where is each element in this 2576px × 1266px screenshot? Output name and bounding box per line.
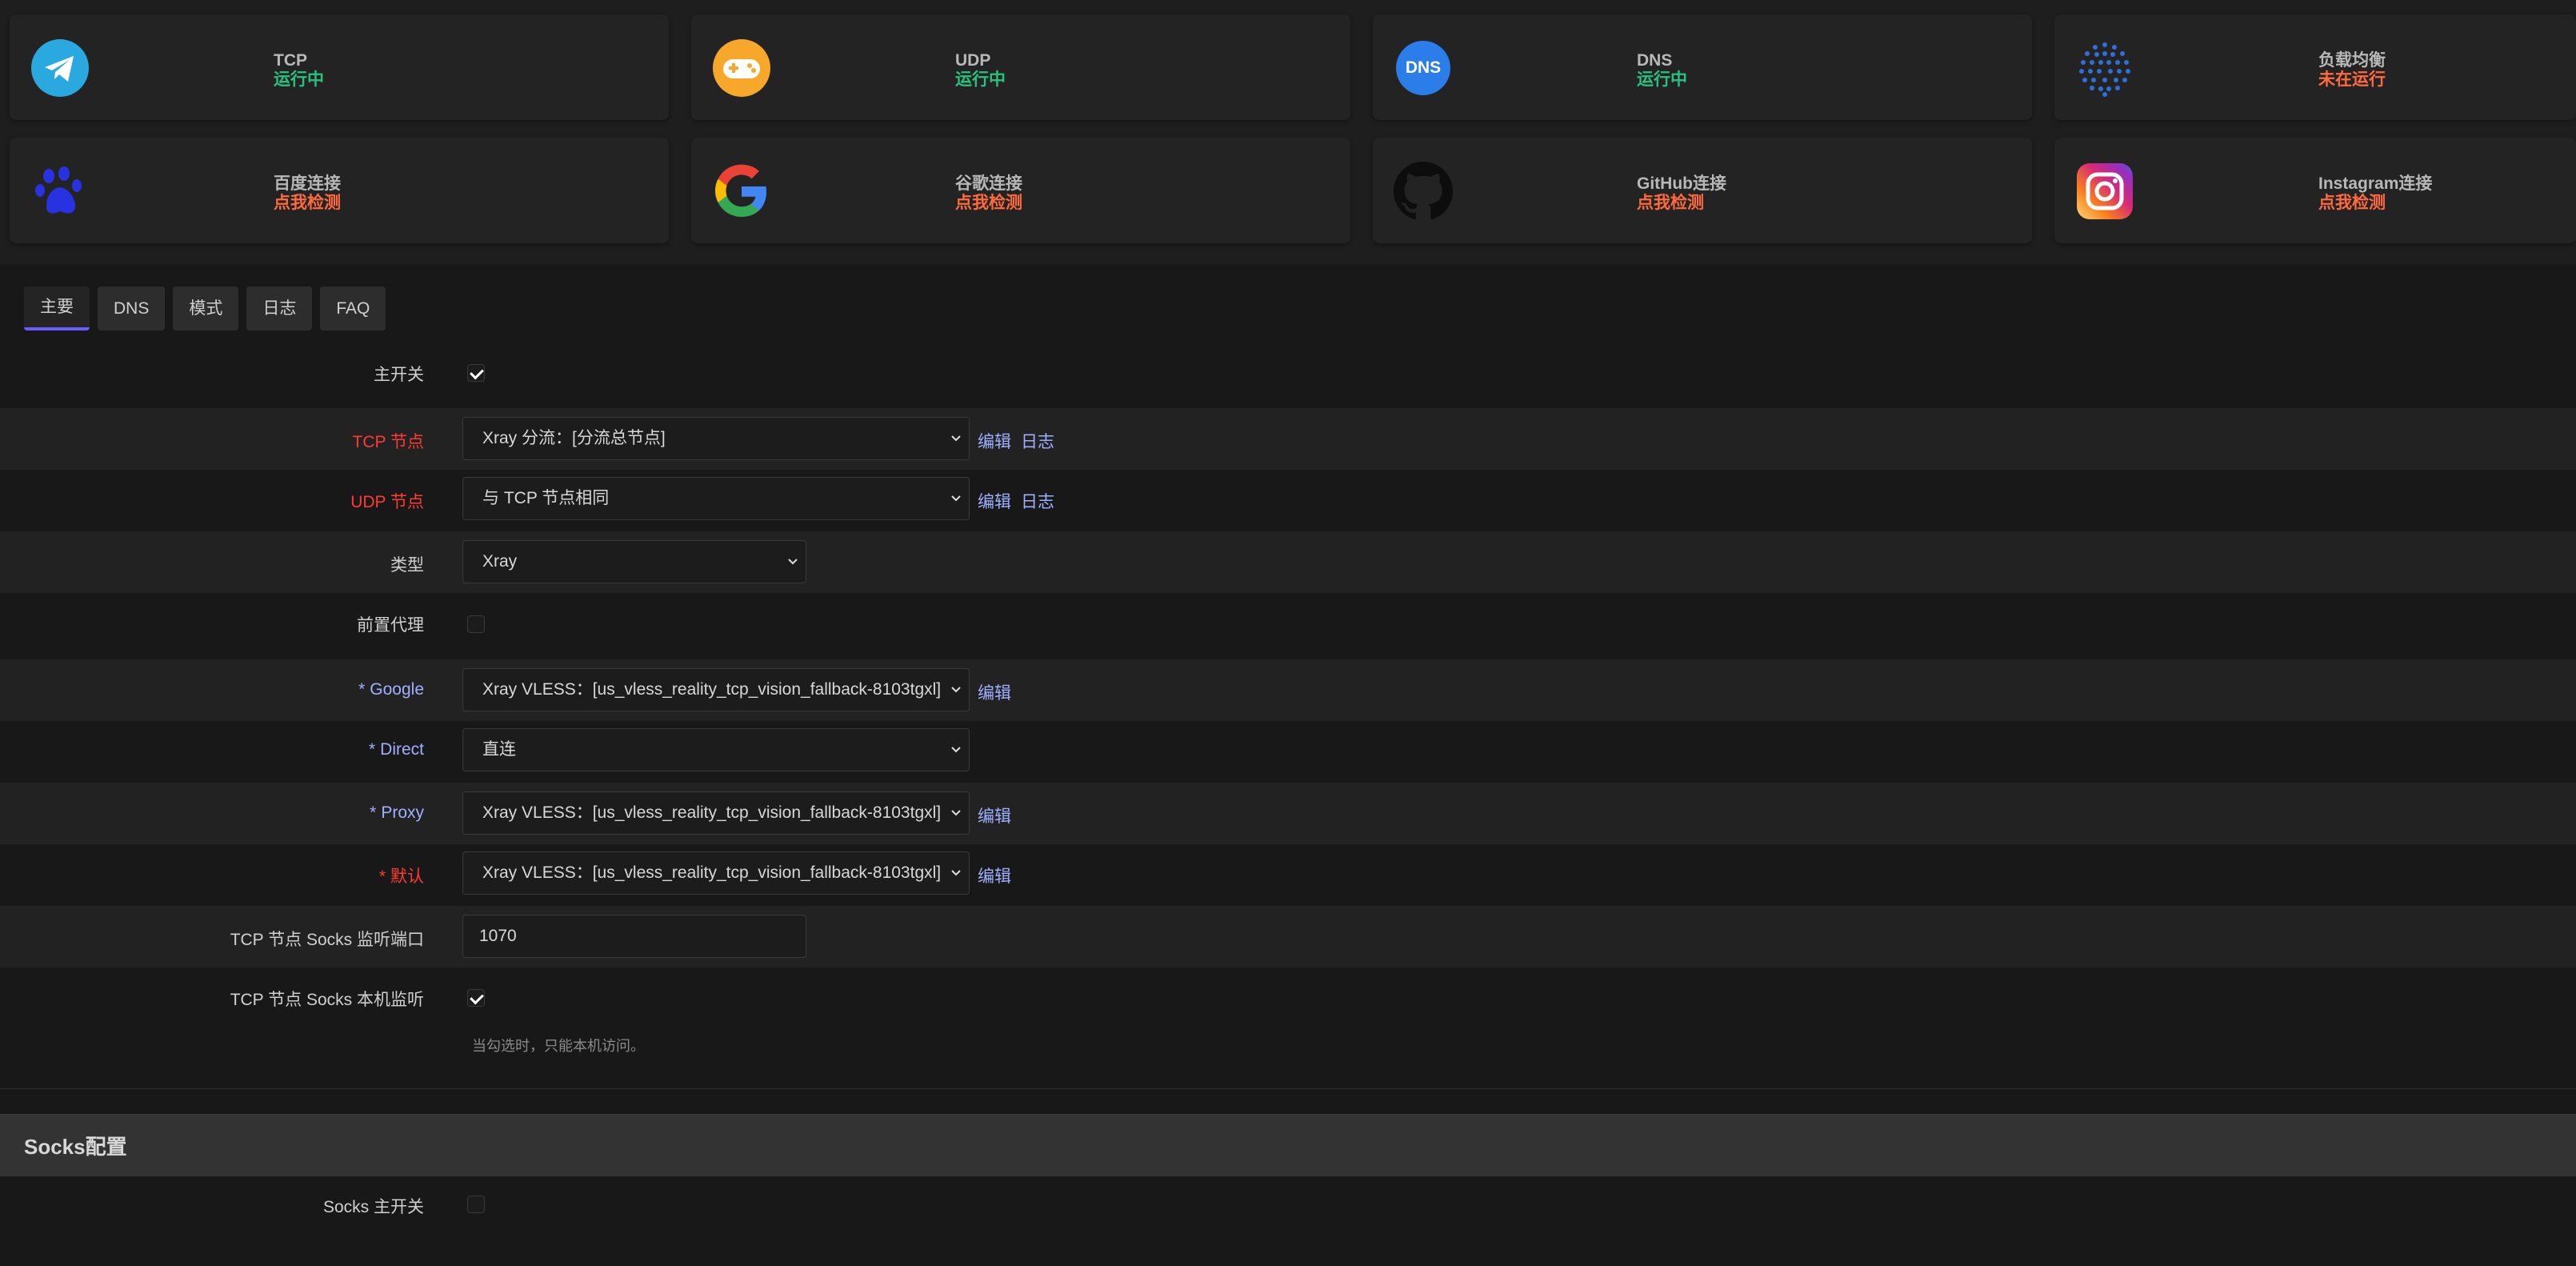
check-link[interactable]: 点我检测: [955, 194, 1022, 213]
row-google: * Google Xray VLESS：[us_vless_reality_tcp…: [0, 659, 2576, 721]
row-socks-port: TCP 节点 Socks 监听端口 1070: [0, 906, 2576, 968]
pre-proxy-checkbox[interactable]: [467, 615, 485, 633]
socks-main-switch-label: Socks 主开关: [322, 1198, 424, 1216]
default-edit-link[interactable]: 编辑: [978, 867, 1011, 886]
telegram-icon: [30, 38, 90, 98]
tcp-node-log-link[interactable]: 日志: [1021, 433, 1054, 451]
socks-port-label: TCP 节点 Socks 监听端口: [230, 931, 424, 949]
card-instagram[interactable]: Instagram连接 点我检测: [2054, 138, 2576, 243]
card-name: Instagram连接: [2318, 174, 2433, 193]
row-main-switch: 主开关: [0, 343, 2576, 404]
pre-proxy-label: 前置代理: [357, 616, 424, 635]
chevron-down-icon: [951, 870, 961, 876]
tab-mode[interactable]: 模式: [173, 286, 239, 331]
tab-bar: 主要 DNS 模式 日志 FAQ: [24, 286, 386, 331]
tab-dns[interactable]: DNS: [98, 286, 166, 331]
card-status: 运行中: [955, 70, 1006, 89]
section-title: Socks配置: [24, 1135, 127, 1159]
baidu-paw-icon: [30, 162, 90, 221]
card-baidu[interactable]: 百度连接 点我检测: [10, 138, 669, 243]
tcp-node-select[interactable]: Xray 分流：[分流总节点]: [462, 417, 970, 460]
card-name: TCP: [274, 51, 307, 70]
socks-local-checkbox[interactable]: [467, 989, 485, 1007]
main-switch-label: 主开关: [374, 366, 424, 384]
chevron-down-icon: [951, 687, 961, 693]
card-google[interactable]: 谷歌连接 点我检测: [691, 138, 1350, 243]
chevron-down-icon: [951, 747, 961, 753]
globe-dots-icon: [2075, 38, 2134, 98]
row-udp-node: UDP 节点 与 TCP 节点相同 编辑 日志: [0, 470, 2576, 531]
socks-local-hint: 当勾选时，只能本机访问。: [472, 1038, 645, 1054]
card-dns: DNS DNS 运行中: [1373, 14, 2032, 120]
socks-local-label: TCP 节点 Socks 本机监听: [230, 991, 424, 1009]
tcp-node-label: TCP 节点: [352, 433, 424, 451]
default-select[interactable]: Xray VLESS：[us_vless_reality_tcp_vision_…: [462, 851, 970, 895]
row-socks-local: TCP 节点 Socks 本机监听 当勾选时，只能本机访问。: [0, 968, 2576, 1088]
proxy-select[interactable]: Xray VLESS：[us_vless_reality_tcp_vision_…: [462, 791, 970, 835]
card-name: 负载均衡: [2318, 51, 2386, 70]
card-name: UDP: [955, 51, 991, 70]
chevron-down-icon: [788, 559, 798, 565]
gamepad-icon: [712, 38, 771, 98]
row-direct: * Direct 直连: [0, 721, 2576, 783]
card-name: GitHub连接: [1637, 174, 1726, 193]
default-label: * 默认: [378, 867, 424, 886]
google-label: * Google: [358, 680, 424, 699]
card-udp: UDP 运行中: [691, 14, 1350, 120]
udp-node-log-link[interactable]: 日志: [1021, 493, 1054, 511]
instagram-icon: [2075, 162, 2134, 221]
divider: [0, 1088, 2576, 1089]
row-tcp-node: TCP 节点 Xray 分流：[分流总节点] 编辑 日志: [0, 408, 2576, 470]
chevron-down-icon: [951, 495, 961, 502]
row-pre-proxy: 前置代理: [0, 593, 2576, 655]
check-link[interactable]: 点我检测: [1637, 194, 1726, 213]
socks-port-input[interactable]: 1070: [462, 915, 806, 958]
main-switch-checkbox[interactable]: [467, 364, 485, 382]
card-load-balance: 负载均衡 未在运行: [2054, 14, 2576, 120]
chevron-down-icon: [951, 435, 961, 442]
udp-node-edit-link[interactable]: 编辑: [978, 493, 1011, 511]
type-label: 类型: [390, 556, 424, 575]
tab-log[interactable]: 日志: [246, 286, 313, 331]
row-default: * 默认 Xray VLESS：[us_vless_reality_tcp_vis…: [0, 844, 2576, 906]
udp-node-label: UDP 节点: [350, 493, 424, 511]
socks-section-header: Socks配置: [0, 1114, 2576, 1176]
card-tcp: TCP 运行中: [10, 14, 669, 120]
card-status: 未在运行: [2318, 70, 2386, 89]
check-link[interactable]: 点我检测: [2318, 194, 2432, 213]
card-github[interactable]: GitHub连接 点我检测: [1373, 138, 2032, 243]
dns-icon: DNS: [1394, 38, 1453, 98]
card-name: DNS: [1637, 51, 1673, 70]
status-cards: TCP 运行中 UDP 运行中 DNS DNS 运行中 负载均衡 未在运行 百度…: [0, 0, 2576, 264]
direct-label: * Direct: [368, 740, 424, 759]
card-name: 百度连接: [274, 174, 341, 193]
google-select[interactable]: Xray VLESS：[us_vless_reality_tcp_vision_…: [462, 668, 970, 711]
tab-faq[interactable]: FAQ: [320, 286, 386, 331]
google-edit-link[interactable]: 编辑: [978, 684, 1011, 703]
direct-select[interactable]: 直连: [462, 728, 970, 771]
tab-main[interactable]: 主要: [24, 286, 90, 331]
proxy-edit-link[interactable]: 编辑: [978, 807, 1011, 826]
row-proxy: * Proxy Xray VLESS：[us_vless_reality_tcp_…: [0, 783, 2576, 844]
udp-node-select[interactable]: 与 TCP 节点相同: [462, 477, 970, 520]
chevron-down-icon: [951, 810, 961, 816]
socks-main-switch-checkbox[interactable]: [467, 1196, 485, 1213]
tcp-node-edit-link[interactable]: 编辑: [978, 433, 1011, 451]
type-select[interactable]: Xray: [462, 540, 806, 583]
card-status: 运行中: [1637, 70, 1687, 89]
google-icon: [712, 162, 771, 221]
check-link[interactable]: 点我检测: [274, 194, 341, 213]
card-status: 运行中: [274, 70, 324, 89]
proxy-label: * Proxy: [370, 803, 424, 822]
row-type: 类型 Xray: [0, 531, 2576, 593]
card-name: 谷歌连接: [955, 174, 1022, 193]
github-icon: [1394, 162, 1453, 221]
row-socks-main-switch: Socks 主开关: [0, 1176, 2576, 1232]
